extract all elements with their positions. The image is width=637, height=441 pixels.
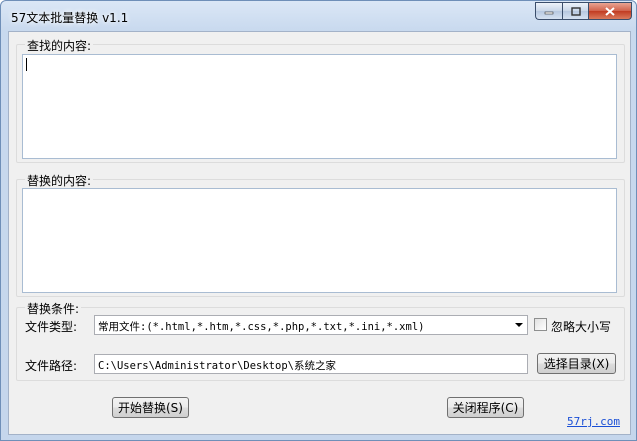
close-icon	[605, 6, 615, 16]
replace-label: 替换的内容:	[25, 172, 94, 189]
window-title: 57文本批量替换 v1.1	[11, 11, 129, 25]
maximize-button[interactable]	[562, 2, 588, 20]
replace-textarea[interactable]	[22, 188, 617, 293]
path-input[interactable]: C:\Users\Administrator\Desktop\系统之家	[94, 354, 528, 374]
minimize-icon	[544, 11, 554, 15]
maximize-icon	[570, 6, 581, 16]
site-link[interactable]: 57rj.com	[567, 415, 620, 428]
text-caret	[26, 58, 27, 71]
find-textarea[interactable]	[22, 54, 617, 159]
ignore-case-label[interactable]: 忽略大小写	[551, 318, 611, 335]
file-type-select[interactable]: 常用文件:(*.html,*.htm,*.css,*.php,*.txt,*.i…	[94, 315, 528, 335]
ignore-case-checkbox[interactable]	[534, 318, 547, 331]
file-type-label: 文件类型:	[25, 320, 78, 334]
find-label: 查找的内容:	[25, 37, 94, 54]
file-type-value: 常用文件:(*.html,*.htm,*.css,*.php,*.txt,*.i…	[98, 321, 425, 333]
title-bar[interactable]: 57文本批量替换 v1.1	[1, 1, 636, 31]
browse-directory-button[interactable]: 选择目录(X)	[537, 353, 616, 374]
close-program-button[interactable]: 关闭程序(C)	[447, 397, 524, 418]
minimize-button[interactable]	[535, 2, 562, 20]
client-area: 查找的内容: 替换的内容: 替换条件: 文件类型: 常用文件:(*.html,*…	[8, 31, 631, 435]
conditions-label: 替换条件:	[25, 300, 82, 317]
close-window-button[interactable]	[588, 2, 632, 20]
start-replace-button[interactable]: 开始替换(S)	[112, 397, 189, 418]
path-label: 文件路径:	[25, 359, 78, 373]
chevron-down-icon[interactable]	[515, 323, 523, 327]
caption-buttons	[535, 2, 632, 21]
replace-group: 替换的内容:	[16, 172, 625, 297]
path-value: C:\Users\Administrator\Desktop\系统之家	[98, 360, 336, 372]
app-window: 57文本批量替换 v1.1 查找的内容: 替换的内容: 替换条件: 文件类型: …	[0, 0, 637, 441]
find-group: 查找的内容:	[16, 37, 625, 163]
conditions-group: 替换条件: 文件类型: 常用文件:(*.html,*.htm,*.css,*.p…	[16, 300, 625, 381]
